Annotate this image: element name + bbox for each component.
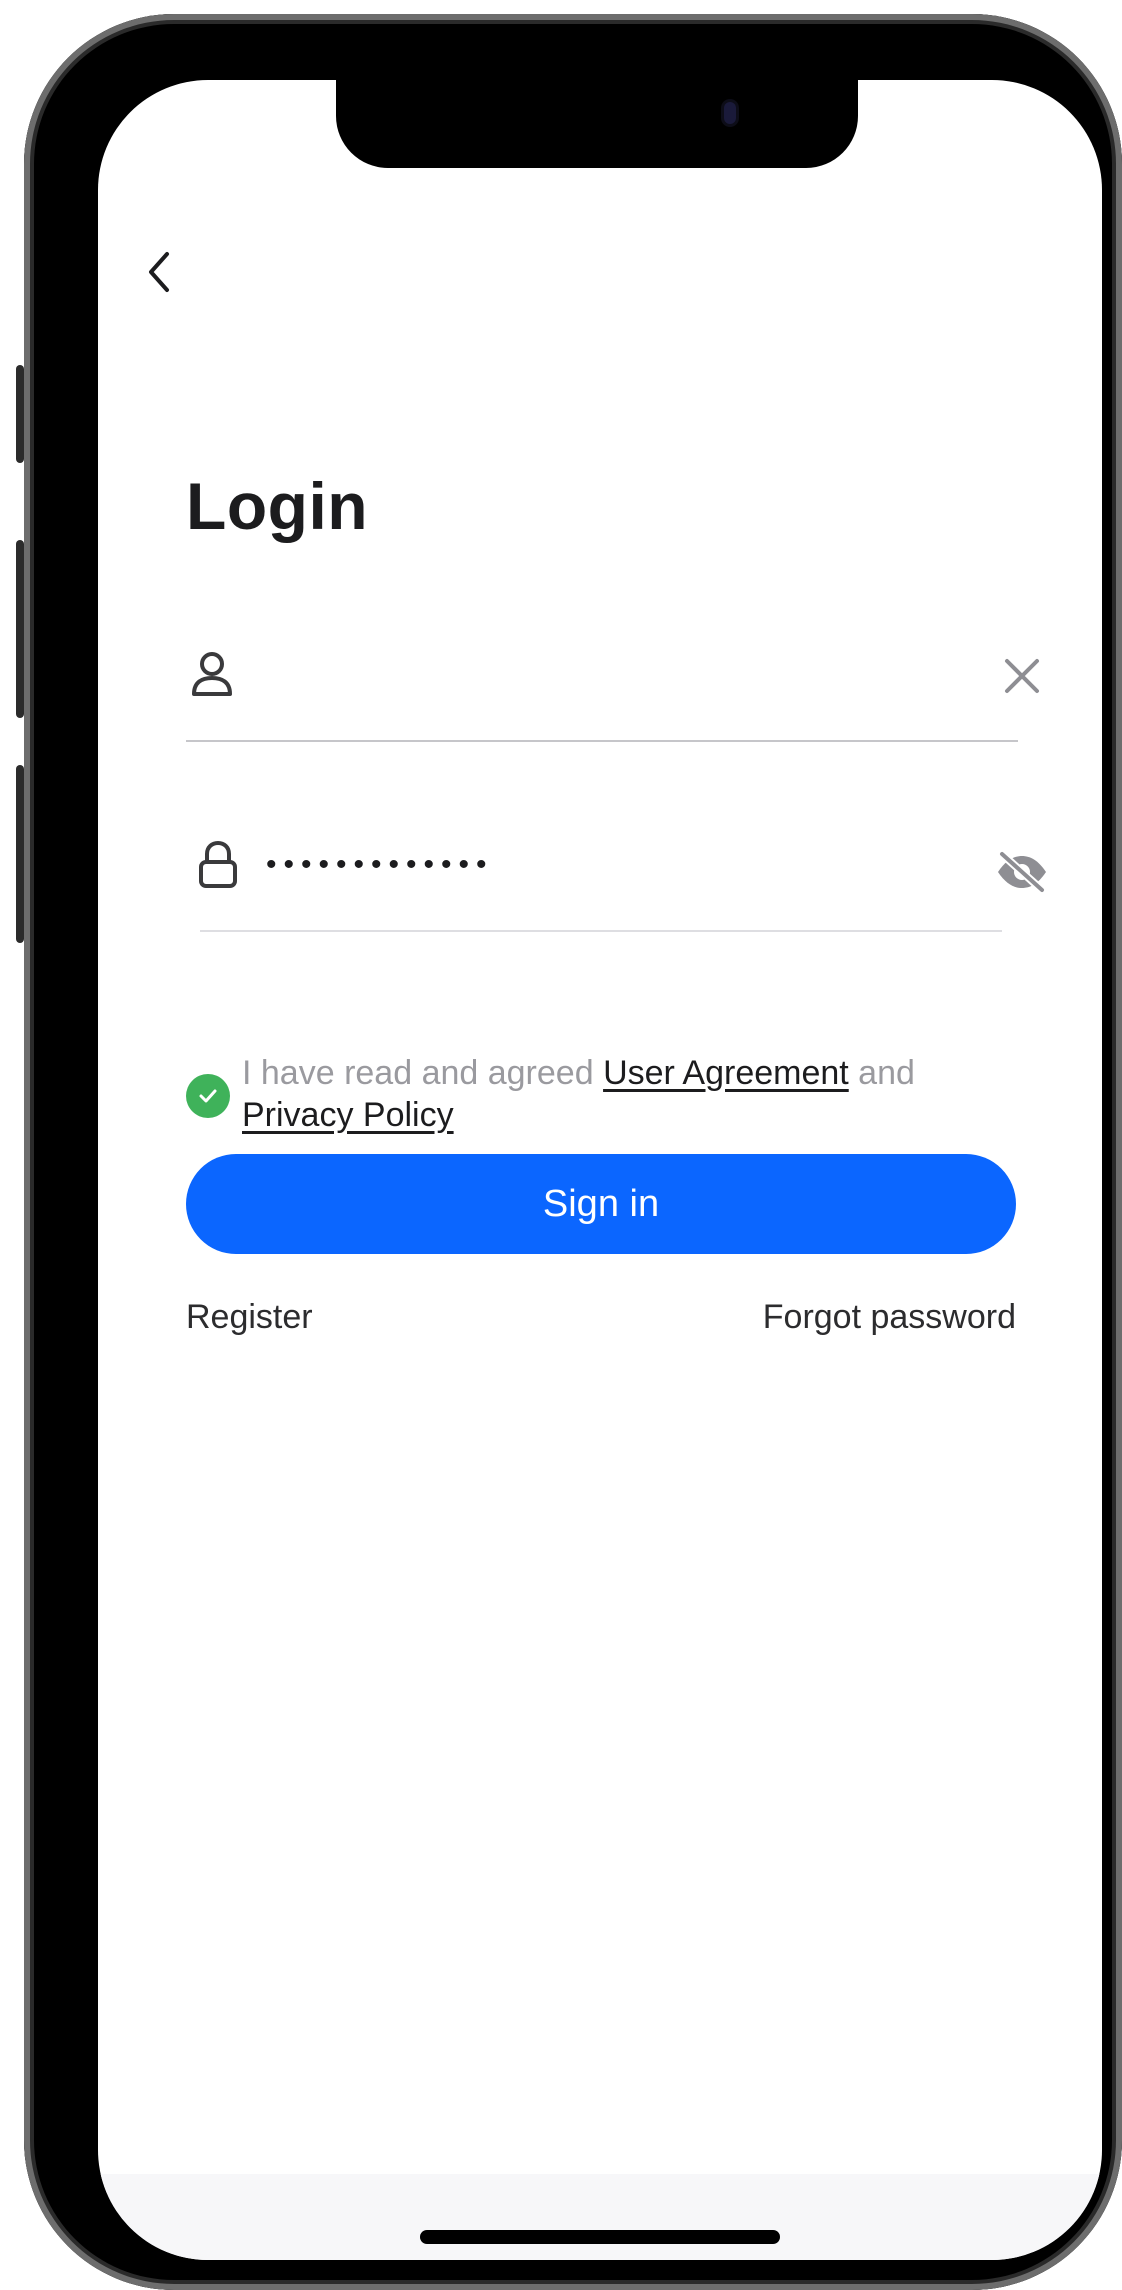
password-input[interactable] [266,836,866,894]
user-icon [192,652,232,696]
username-underline [186,740,1018,742]
mute-switch [16,365,24,463]
username-field [186,640,1039,710]
lock-icon [199,840,237,888]
sign-in-button[interactable]: Sign in [186,1154,1016,1254]
front-camera [724,102,736,124]
password-underline [200,930,1002,932]
username-input[interactable] [266,646,866,704]
eye-off-icon [998,850,1046,894]
volume-down-button [16,765,24,943]
volume-up-button [16,540,24,718]
agreement-middle: and [848,1054,915,1092]
chevron-left-icon [149,252,169,292]
forgot-password-link[interactable]: Forgot password [763,1298,1016,1337]
app-screen: Login I have read and agreed User Agreem… [98,80,1102,2260]
clear-button[interactable] [994,648,1050,704]
notch [336,80,858,168]
bottom-safe-area [98,2174,1102,2260]
phone-frame: Login I have read and agreed User Agreem… [24,14,1122,2290]
device-stage: Login I have read and agreed User Agreem… [0,0,1122,2290]
agreement-checkbox[interactable] [186,1074,230,1118]
checkmark-icon [199,1089,217,1103]
privacy-policy-link[interactable]: Privacy Policy [242,1096,454,1134]
password-field [186,830,1046,900]
close-icon [1005,659,1039,693]
password-visibility-toggle[interactable] [994,844,1050,900]
user-agreement-link[interactable]: User Agreement [603,1054,849,1092]
back-button[interactable] [134,240,184,304]
page-title: Login [186,469,369,543]
agreement-prefix: I have read and agreed [242,1054,604,1092]
agreement-text: I have read and agreed User Agreement an… [242,1052,1022,1136]
register-link[interactable]: Register [186,1298,313,1337]
home-indicator [420,2230,780,2244]
